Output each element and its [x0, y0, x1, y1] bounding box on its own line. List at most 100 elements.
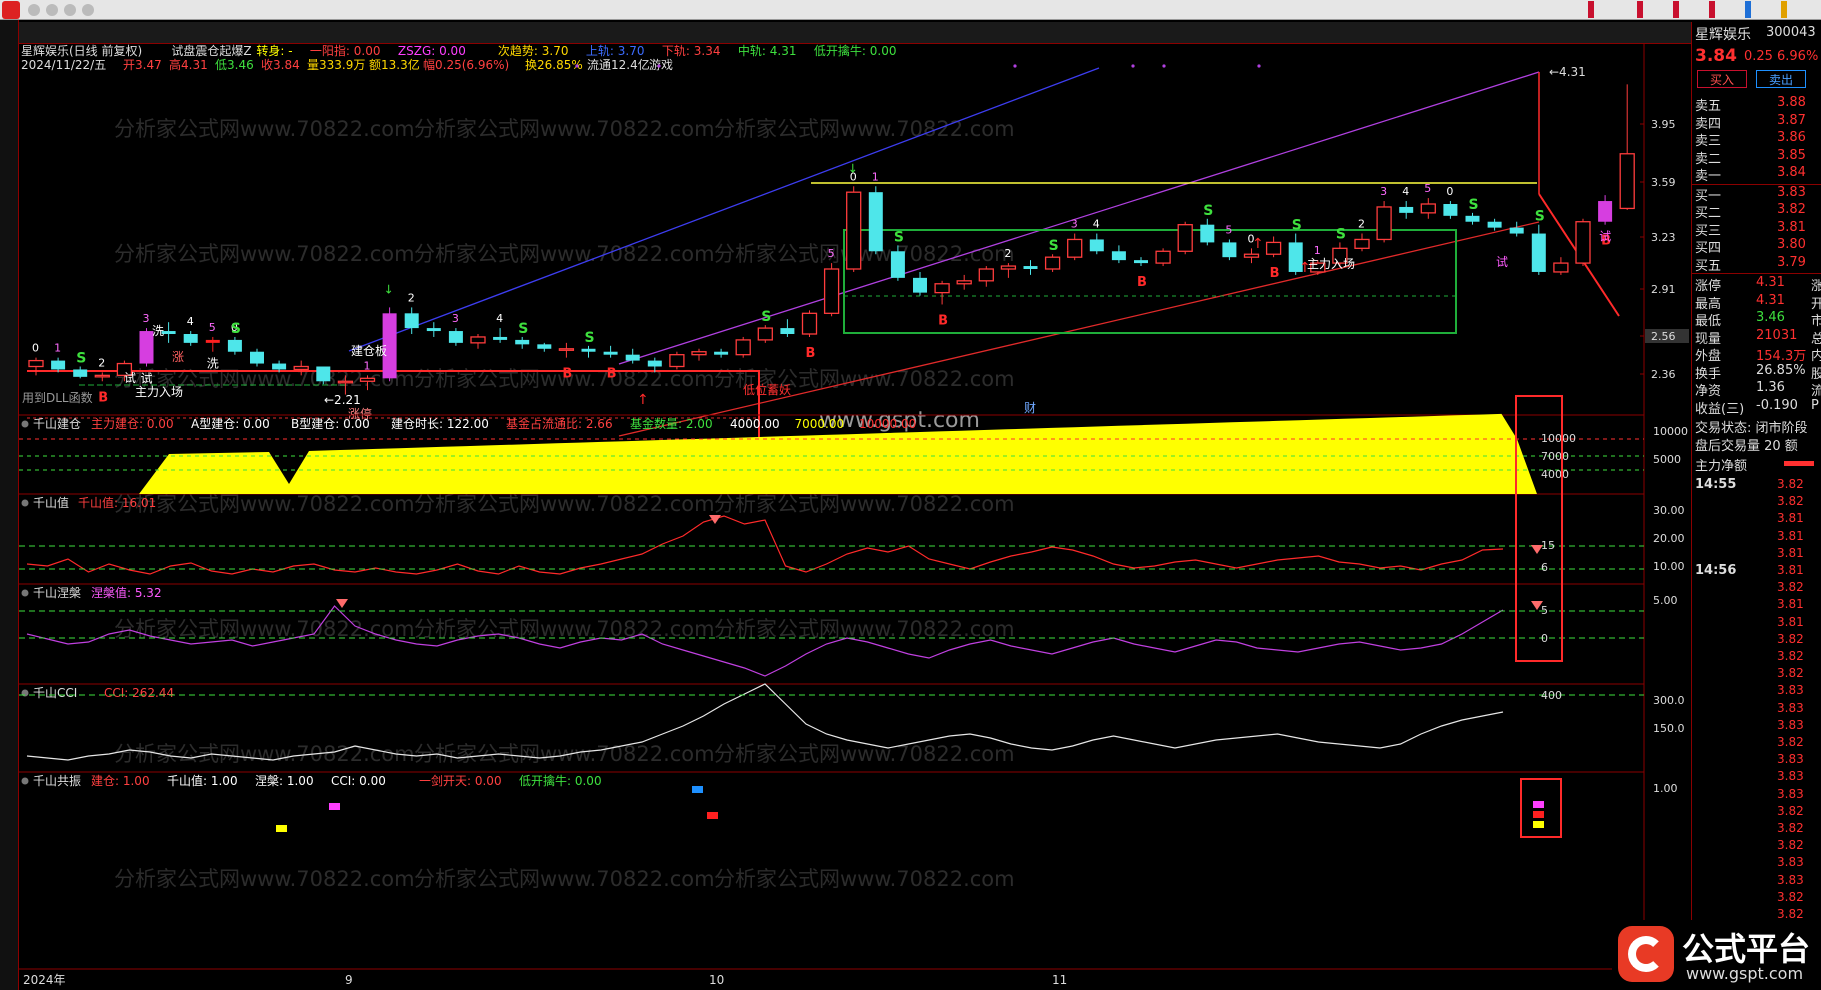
- home-icon[interactable]: [82, 4, 94, 16]
- menu-right-5[interactable]: [1781, 1, 1787, 18]
- indicator-field-0: 转身: -: [256, 44, 292, 58]
- menu-right-1[interactable]: [1637, 1, 1643, 18]
- ask-price-1[interactable]: 3.87: [1777, 113, 1806, 128]
- buy-button[interactable]: 买入: [1697, 70, 1747, 88]
- bid-price-0[interactable]: 3.83: [1777, 185, 1806, 200]
- sequence-number: 4: [1093, 218, 1100, 231]
- ask-price-2[interactable]: 3.86: [1777, 130, 1806, 145]
- candle-body: [603, 351, 618, 355]
- bid-price-2[interactable]: 3.81: [1777, 220, 1806, 235]
- tick-price-22: 3.83: [1777, 855, 1804, 870]
- net-amount-bar: [1784, 461, 1814, 466]
- stat-label-1: 最高: [1695, 296, 1722, 312]
- candle-body: [404, 313, 419, 329]
- stat-value-0: 4.31: [1756, 275, 1785, 290]
- menu-right-2[interactable]: [1673, 1, 1679, 18]
- sell-button[interactable]: 卖出: [1756, 70, 1806, 88]
- watermark-text: 分析家公式网www.70822.com: [414, 242, 715, 266]
- sequence-number: 2: [98, 356, 105, 369]
- candle-body: [890, 251, 905, 278]
- panel-axis-label: 5000: [1653, 453, 1681, 466]
- ask-price-4[interactable]: 3.84: [1777, 165, 1806, 180]
- stat-value-2: 3.46: [1756, 310, 1785, 325]
- candle-body: [934, 283, 950, 294]
- candle-body: [1575, 221, 1591, 264]
- quote-panel: 星辉娱乐 300043 3.84 0.25 6.96% 买入 卖出 卖五 3.88 卖四 3.87 卖…: [1691, 22, 1821, 990]
- after-hours-volume: 盘后交易量 20 额: [1695, 439, 1798, 454]
- info-vol: 量333.9万: [307, 58, 365, 72]
- candle-body: [250, 351, 264, 364]
- panel-toggle-icon[interactable]: [21, 499, 29, 507]
- menu-right-3[interactable]: [1709, 1, 1715, 18]
- candle-body: [183, 334, 198, 343]
- resonance-marker: [1533, 821, 1544, 828]
- app-logo-icon[interactable]: [2, 1, 20, 19]
- stat-suffix-6: 流: [1811, 384, 1821, 399]
- tick-price-12: 3.83: [1777, 683, 1804, 698]
- stat-value-4: 154.3万: [1756, 349, 1807, 364]
- ask-price-3[interactable]: 3.85: [1777, 148, 1806, 163]
- panel-extra: 4000.00: [730, 417, 780, 431]
- panel-field: 千山值: 16.01: [78, 495, 156, 510]
- signal-s: S: [1292, 218, 1302, 234]
- signal-b: B: [607, 367, 617, 382]
- bid-price-1[interactable]: 3.82: [1777, 202, 1806, 217]
- back-icon[interactable]: [28, 4, 40, 16]
- fwd-icon[interactable]: [46, 4, 58, 16]
- candle-body: [978, 268, 994, 282]
- watermark-text: 分析家公式网www.70822.com: [414, 117, 715, 141]
- sequence-number: 4: [1402, 185, 1409, 198]
- tick-price-17: 3.83: [1777, 769, 1804, 784]
- sequence-number: 0: [32, 342, 39, 355]
- tick-price-16: 3.83: [1777, 752, 1804, 767]
- ask-label-4: 卖一: [1695, 169, 1722, 184]
- candle-body: [913, 277, 927, 293]
- candle-mark: 试: [141, 371, 153, 386]
- tick-price-8: 3.81: [1777, 614, 1804, 629]
- sequence-number: 1: [54, 342, 61, 355]
- panel-toggle-icon[interactable]: [21, 777, 29, 785]
- panel-toggle-icon[interactable]: [21, 589, 29, 597]
- panel-axis-label: 5.00: [1653, 594, 1678, 607]
- watermark-text: 分析家公式网www.70822.com: [714, 242, 1015, 266]
- ask-price-0[interactable]: 3.88: [1777, 95, 1806, 110]
- bid-price-4[interactable]: 3.79: [1777, 255, 1806, 270]
- menu-right-0[interactable]: [1588, 1, 1594, 18]
- tick-price-3: 3.81: [1777, 528, 1804, 543]
- annotation-dixi: 低位蓄妖: [743, 382, 791, 397]
- annotation-high: ←4.31: [1549, 65, 1586, 79]
- tick-price-15: 3.82: [1777, 735, 1804, 749]
- signal-b: B: [1270, 266, 1280, 281]
- chart-area[interactable]: 分析家公式网www.70822.com分析家公式网www.70822.com分析…: [19, 44, 1691, 990]
- price-axis-label: 2.91: [1651, 283, 1676, 296]
- watermark-text: 分析家公式网www.70822.com: [114, 117, 415, 141]
- candle-body: [780, 328, 795, 334]
- x-axis-label: 10: [709, 973, 724, 987]
- panel-toggle-icon[interactable]: [21, 420, 29, 428]
- resonance-marker: [692, 786, 703, 793]
- up-arrow-icon: ↑: [637, 392, 649, 408]
- indicator-name[interactable]: 试盘震仓起爆Z: [171, 44, 251, 58]
- sequence-number: 5: [209, 321, 216, 334]
- panel-field: 建仓时长: 122.00: [391, 417, 489, 431]
- stock-name: 星辉娱乐: [1695, 27, 1751, 43]
- candle-body: [1243, 253, 1260, 258]
- menu-right-4[interactable]: [1745, 1, 1751, 18]
- trade-status: 交易状态: 闭市阶段: [1695, 421, 1808, 436]
- indicator-field-1: 一阳指: 0.00: [310, 44, 381, 58]
- bid-price-3[interactable]: 3.80: [1777, 237, 1806, 252]
- x-axis-label: 9: [345, 973, 353, 987]
- level-label: 10000: [1541, 432, 1576, 445]
- bid-label-1: 买二: [1695, 206, 1722, 221]
- up-arrow-icon: ↑: [1252, 236, 1264, 252]
- candle-body: [470, 336, 486, 344]
- refresh-icon[interactable]: [64, 4, 76, 16]
- candle-body: [1044, 256, 1061, 270]
- sequence-number: 1: [364, 359, 371, 372]
- x-axis-label: 11: [1052, 973, 1067, 987]
- qianshan-line: [26, 515, 1504, 575]
- tick-price-13: 3.83: [1777, 700, 1804, 715]
- sequence-number: 3: [143, 312, 150, 325]
- x-axis-label: 2024年: [23, 973, 66, 987]
- signal-s: S: [1535, 209, 1545, 225]
